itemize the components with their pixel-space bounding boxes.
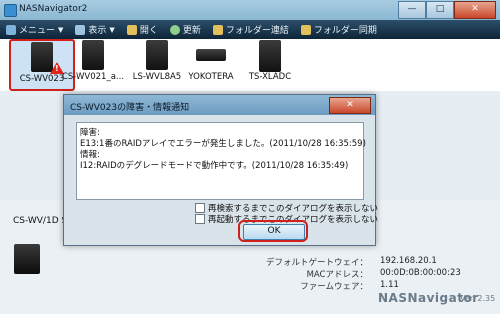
info-key: デフォルトゲートウェイ： xyxy=(265,258,368,268)
version-label: Ver. 2.35 xyxy=(460,294,496,303)
menu-icon xyxy=(6,24,16,35)
info-value: 1.11 xyxy=(380,280,399,290)
device-label: TS-XLADC xyxy=(248,72,292,82)
toolbar: メニュー ▼ 表示 ▼ 開く 更新 フォルダー連結 フォルダー同期 xyxy=(0,20,500,39)
rack-nas-icon xyxy=(196,49,226,61)
checkbox-box[interactable] xyxy=(195,203,205,213)
refresh-icon xyxy=(169,24,180,35)
maximize-button[interactable]: □ xyxy=(426,1,454,19)
nas-device-icon xyxy=(82,40,104,70)
app-icon xyxy=(4,4,17,17)
refresh-button[interactable]: 更新 xyxy=(164,20,207,39)
chevron-down-icon: ▼ xyxy=(58,25,64,34)
dialog-close-button[interactable]: ✕ xyxy=(329,97,371,114)
device-label: CS-WV021_a... xyxy=(61,72,125,82)
dialog-title: CS-WV023の障害・情報通知 xyxy=(70,103,190,113)
menu-label: メニュー xyxy=(19,26,56,36)
open-button[interactable]: 開く xyxy=(121,20,164,39)
folder-sync-label: フォルダー同期 xyxy=(313,26,377,36)
selected-device-name: CS-WV/1D S xyxy=(13,216,68,226)
folder-open-icon xyxy=(126,24,137,35)
dialog-title-bar: CS-WV023の障害・情報通知 ✕ xyxy=(64,95,375,115)
device-item[interactable]: TS-XLADC xyxy=(237,39,303,91)
open-label: 開く xyxy=(139,26,158,36)
window-title: NASNavigator2 xyxy=(19,4,88,14)
device-list: ! CS-WV023 CS-WV021_a... LS-WVL8A5 YOKOT… xyxy=(0,39,500,91)
info-value: 00:0D:0B:00:00:23 xyxy=(380,268,461,278)
folder-sync-icon xyxy=(300,24,311,35)
nas-device-icon xyxy=(14,244,40,274)
title-bar: NASNavigator2 — □ ✕ xyxy=(0,0,500,20)
info-key: MACアドレス： xyxy=(306,270,368,280)
checkbox-box[interactable] xyxy=(195,214,205,224)
folder-link-icon xyxy=(212,24,223,35)
close-button[interactable]: ✕ xyxy=(454,1,496,19)
ok-button[interactable]: OK xyxy=(243,224,305,240)
info-value: 192.168.20.1 xyxy=(380,256,437,266)
device-label: YOKOTERA xyxy=(188,72,234,82)
notification-dialog: CS-WV023の障害・情報通知 ✕ 障害: E13:1番のRAIDアレイでエラ… xyxy=(63,94,378,246)
folder-link-label: フォルダー連結 xyxy=(225,26,289,36)
menu-button[interactable]: メニュー ▼ xyxy=(0,20,69,39)
ok-highlight: OK xyxy=(238,220,308,242)
tower-nas-icon xyxy=(259,40,281,72)
info-key: ファームウェア： xyxy=(300,282,368,292)
folder-link-button[interactable]: フォルダー連結 xyxy=(207,20,295,39)
nas-device-icon xyxy=(146,40,168,70)
message-line: I12:RAIDのデグレードモードで動作中です。(2011/10/28 16:3… xyxy=(80,161,349,171)
view-icon xyxy=(75,24,86,35)
chevron-down-icon: ▼ xyxy=(109,25,115,34)
minimize-button[interactable]: — xyxy=(398,1,426,19)
refresh-label: 更新 xyxy=(182,26,201,36)
message-line: E13:1番のRAIDアレイでエラーが発生しました。(2011/10/28 16… xyxy=(80,139,366,149)
nas-device-icon: ! xyxy=(31,42,64,74)
view-label: 表示 xyxy=(88,26,107,36)
folder-sync-button[interactable]: フォルダー同期 xyxy=(295,20,383,39)
device-item[interactable]: YOKOTERA xyxy=(178,39,244,91)
view-button[interactable]: 表示 ▼ xyxy=(69,20,120,39)
message-area[interactable]: 障害: E13:1番のRAIDアレイでエラーが発生しました。(2011/10/2… xyxy=(76,122,366,200)
device-item[interactable]: CS-WV021_a... xyxy=(60,39,126,91)
